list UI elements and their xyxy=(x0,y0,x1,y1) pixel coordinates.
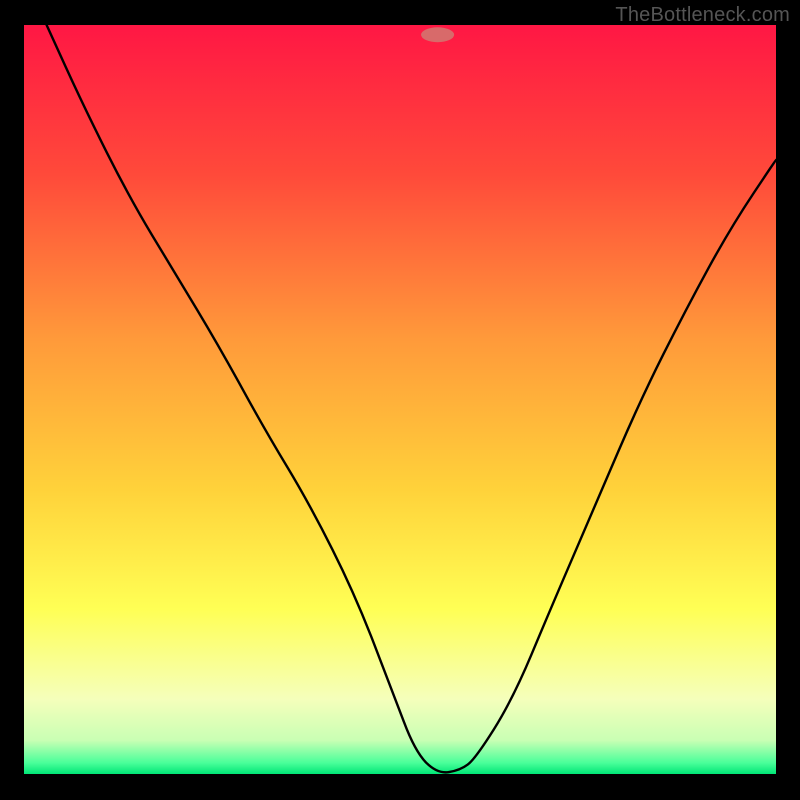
chart-frame: TheBottleneck.com xyxy=(0,0,800,800)
minimum-marker xyxy=(421,27,454,42)
plot-background xyxy=(24,25,776,774)
watermark-text: TheBottleneck.com xyxy=(615,4,790,27)
bottleneck-chart xyxy=(0,0,800,800)
